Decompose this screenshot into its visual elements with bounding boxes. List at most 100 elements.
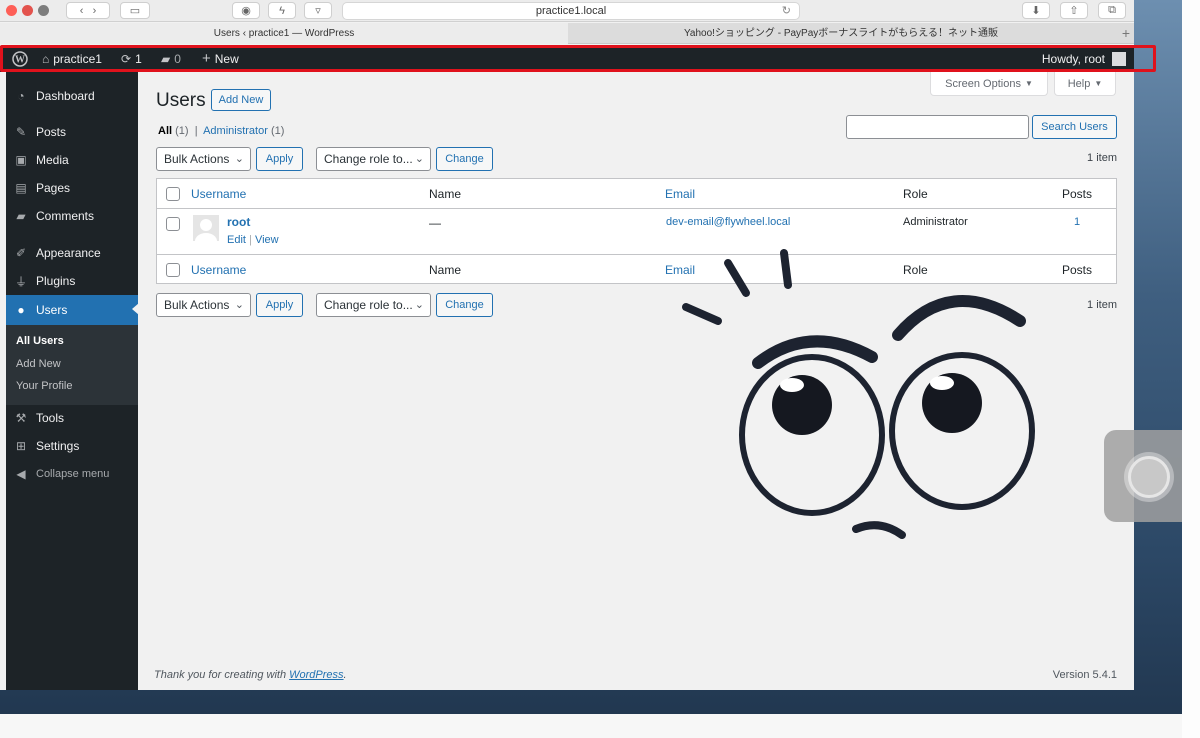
row-actions: Edit | View [227, 234, 279, 246]
change-role-select-top[interactable]: Change role to... ⌄ [316, 147, 431, 171]
right-eye-shine [930, 376, 954, 390]
back-forward-buttons[interactable]: ‹ › [66, 2, 110, 19]
items-count-bottom: 1 item [1087, 299, 1117, 311]
page-title: Users [156, 90, 206, 111]
sidebar-item-dashboard[interactable]: ◔ Dashboard [6, 82, 138, 110]
bulk-actions-select-bottom[interactable]: Bulk Actions ⌄ [156, 293, 251, 317]
change-role-button-top[interactable]: Change [436, 147, 493, 171]
wordpress-link[interactable]: WordPress [289, 669, 343, 681]
sidebar-item-appearance[interactable]: ✐ Appearance [6, 239, 138, 267]
screen-bottom-strip [0, 714, 1182, 738]
items-count-top: 1 item [1087, 152, 1117, 164]
downloads-button[interactable]: ⬇ [1022, 2, 1050, 19]
bolt-icon: ϟ [279, 4, 285, 17]
browser-window: ‹ › ▭ ◉ ϟ ▿ practice1.local ↻ ⬇ ⇧ ⧉ User… [0, 0, 1134, 690]
tab-bar: Users ‹ practice1 — WordPress Yahoo!ショッピ… [0, 23, 1134, 44]
sidebar-item-label: Collapse menu [36, 468, 110, 480]
footer-thanks-period: . [343, 669, 347, 681]
column-footer-username[interactable]: Username [191, 263, 246, 277]
sidebar-item-collapse[interactable]: ◀ Collapse menu [6, 460, 138, 488]
sidebar-item-tools[interactable]: ⚒ Tools [6, 404, 138, 432]
browser-toolbar: ‹ › ▭ ◉ ϟ ▿ practice1.local ↻ ⬇ ⇧ ⧉ [0, 0, 1134, 22]
screen-options-button[interactable]: Screen Options ▼ [930, 72, 1048, 96]
column-header-role: Role [903, 187, 928, 201]
chevron-left-icon[interactable]: ‹ [80, 5, 84, 17]
new-tab-icon[interactable]: + [1122, 23, 1130, 44]
sidebar-item-settings[interactable]: ⊞ Settings [6, 432, 138, 460]
column-header-email[interactable]: Email [665, 187, 695, 201]
surprise-line [682, 303, 722, 325]
dashboard-icon: ◔ [17, 89, 25, 103]
chevron-right-icon[interactable]: › [93, 5, 97, 17]
minimize-window-button[interactable] [22, 5, 33, 16]
avatar-silhouette-icon [195, 219, 217, 241]
username-link[interactable]: root [227, 215, 250, 229]
filter-separator: | [191, 125, 201, 137]
sidebar-item-label: Plugins [36, 274, 76, 288]
tab-users[interactable]: Users ‹ practice1 — WordPress [0, 23, 568, 44]
cartoon-face-overlay [682, 249, 1035, 539]
settings-icon: ⊞ [15, 439, 27, 453]
screen-edge-strip [1182, 0, 1200, 738]
search-users-input[interactable] [846, 115, 1029, 139]
tab-overview-button[interactable]: ⧉ [1098, 2, 1126, 19]
select-all-checkbox-bottom[interactable] [166, 263, 180, 277]
pocket-icon: ▿ [315, 5, 321, 17]
change-role-select-bottom[interactable]: Change role to... ⌄ [316, 293, 431, 317]
help-button[interactable]: Help ▼ [1054, 72, 1116, 96]
media-icon: ▣ [15, 153, 27, 167]
submenu-item-your-profile[interactable]: Your Profile [16, 380, 72, 392]
users-submenu: All Users Add New Your Profile [6, 325, 138, 405]
sidebar-item-comments[interactable]: ▰ Comments [6, 202, 138, 230]
sidebar-icon: ▭ [129, 5, 141, 17]
edit-user-link[interactable]: Edit [227, 234, 246, 246]
submenu-item-all-users[interactable]: All Users [16, 335, 64, 347]
submenu-item-add-new[interactable]: Add New [16, 358, 61, 370]
sidebar-item-label: Media [36, 153, 69, 167]
reload-icon[interactable]: ↻ [782, 3, 791, 19]
search-users-button[interactable]: Search Users [1032, 115, 1117, 139]
avatar [193, 215, 219, 241]
chevron-down-icon: ⌄ [234, 153, 244, 165]
admin-sidebar: ◔ Dashboard ✎ Posts ▣ Media ▤ Pages ▰ Co… [6, 72, 139, 690]
select-all-checkbox[interactable] [166, 187, 180, 201]
user-posts-link[interactable]: 1 [1074, 216, 1080, 228]
apply-button-bottom[interactable]: Apply [256, 293, 303, 317]
row-checkbox[interactable] [166, 217, 180, 231]
wrench-icon: ⚒ [15, 411, 27, 425]
sidebar-item-users[interactable]: ● Users [6, 295, 139, 325]
column-header-username[interactable]: Username [191, 187, 246, 201]
sidebar-item-media[interactable]: ▣ Media [6, 146, 138, 174]
add-new-user-button[interactable]: Add New [211, 89, 271, 111]
chevron-down-icon: ⌄ [414, 153, 424, 165]
bulk-actions-value: Bulk Actions [164, 152, 230, 166]
sidebar-item-label: Dashboard [36, 89, 95, 103]
filter-all-link[interactable]: All [158, 125, 172, 137]
collapse-icon: ◀ [16, 467, 26, 481]
extension-button[interactable]: ϟ [268, 2, 296, 19]
sidebar-item-label: Posts [36, 125, 67, 139]
screen-options-label: Screen Options [945, 77, 1021, 90]
close-window-button[interactable] [6, 5, 17, 16]
address-bar[interactable]: practice1.local ↻ [342, 2, 800, 20]
change-role-button-bottom[interactable]: Change [436, 293, 493, 317]
bulk-actions-value: Bulk Actions [164, 298, 230, 312]
sidebar-item-pages[interactable]: ▤ Pages [6, 174, 138, 202]
sidebar-toggle-button[interactable]: ▭ [120, 2, 150, 19]
filter-administrator-link[interactable]: Administrator [203, 125, 268, 137]
column-header-name: Name [429, 187, 462, 201]
sidebar-item-posts[interactable]: ✎ Posts [6, 118, 138, 146]
annotation-highlight-box [0, 45, 1156, 72]
user-email-link[interactable]: dev-email@flywheel.local [666, 216, 790, 228]
privacy-report-button[interactable]: ◉ [232, 2, 260, 19]
apply-button-top[interactable]: Apply [256, 147, 303, 171]
pocket-button[interactable]: ▿ [304, 2, 332, 19]
share-button[interactable]: ⇧ [1060, 2, 1088, 19]
url-text: practice1.local [535, 5, 607, 17]
sidebar-item-plugins[interactable]: ⏚ Plugins [6, 267, 138, 295]
assistive-touch-knob-icon[interactable] [1128, 456, 1170, 498]
view-user-link[interactable]: View [255, 234, 279, 246]
bulk-actions-select-top[interactable]: Bulk Actions ⌄ [156, 147, 251, 171]
tab-yahoo-shopping[interactable]: Yahoo!ショッピング - PayPayボーナスライトがもらえる！ネット通販 [569, 23, 1113, 44]
zoom-window-button[interactable] [38, 5, 49, 16]
